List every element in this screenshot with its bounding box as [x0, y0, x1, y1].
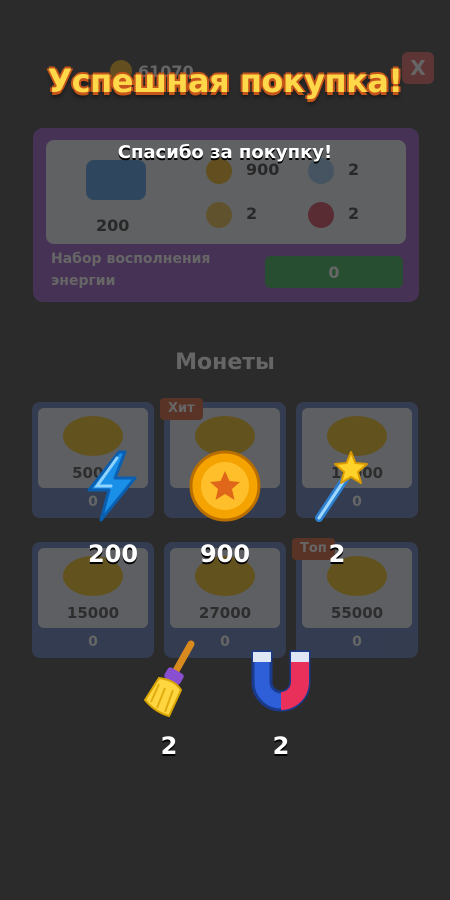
reward-wand: 2: [277, 446, 397, 568]
bundle-broom: 2: [246, 204, 258, 223]
lightning-icon: [86, 160, 146, 200]
magnet-icon: [241, 638, 321, 718]
reward-amount: 200: [87, 540, 139, 568]
broom-icon: [129, 638, 209, 718]
coin-star-icon: [185, 446, 265, 526]
coin-pack-amount: 55000: [330, 604, 384, 622]
bundle-magnet: 2: [348, 204, 360, 223]
bundle-energy-amount: 200: [96, 216, 130, 235]
broom-icon: [206, 202, 232, 228]
success-title: Успешная покупка!: [47, 62, 403, 100]
reward-amount: 2: [328, 540, 346, 568]
reward-amount: 2: [272, 732, 290, 760]
magic-wand-icon: [297, 446, 377, 526]
reward-magnet: 2: [221, 638, 341, 760]
hit-ribbon: Хит: [160, 398, 203, 420]
lightning-icon: [73, 446, 153, 526]
reward-amount: 900: [199, 540, 251, 568]
coin-pack-amount: 27000: [198, 604, 252, 622]
reward-coins: 900: [165, 446, 285, 568]
bundle-buy-button[interactable]: 0: [265, 256, 403, 288]
coins-section-title: Монеты: [175, 350, 275, 375]
reward-energy: 200: [53, 446, 173, 568]
thanks-subtitle: Спасибо за покупку!: [117, 142, 333, 163]
coin-pack-amount: 15000: [66, 604, 120, 622]
reward-broom: 2: [109, 638, 229, 760]
magnet-icon: [308, 202, 334, 228]
energy-bundle-label: Набор восполнения энергии: [51, 251, 211, 289]
reward-amount: 2: [160, 732, 178, 760]
